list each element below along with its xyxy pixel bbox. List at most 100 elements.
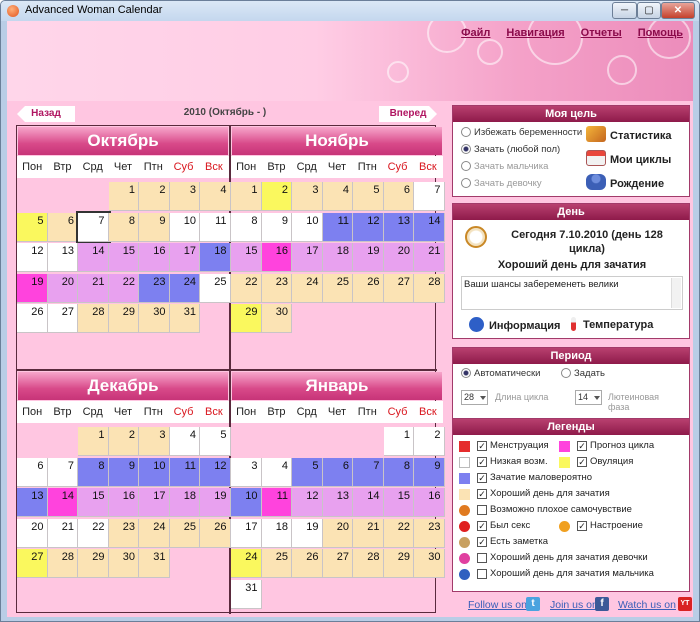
day-cell[interactable]: 8	[78, 457, 109, 487]
day-description[interactable]: Ваши шансы забеременеть велики	[461, 276, 683, 310]
day-cell[interactable]: 27	[17, 549, 48, 578]
day-cell[interactable]: 25	[169, 518, 200, 548]
day-cell[interactable]: 16	[261, 243, 292, 272]
day-cell[interactable]: 19	[17, 273, 48, 303]
day-cell[interactable]: 23	[139, 273, 170, 303]
day-cell[interactable]: 6	[47, 212, 78, 242]
day-cell[interactable]: 20	[383, 243, 414, 272]
day-cell[interactable]: 15	[383, 488, 414, 517]
statistics-button[interactable]: Статистика	[586, 126, 672, 142]
day-cell[interactable]: 8	[383, 457, 414, 487]
day-cell[interactable]: 18	[200, 243, 231, 272]
day-cell[interactable]: 21	[353, 518, 384, 548]
day-cell[interactable]: 17	[231, 518, 262, 548]
day-cell[interactable]: 16	[139, 243, 170, 272]
day-cell[interactable]: 10	[139, 457, 170, 487]
goal-conceive-radio[interactable]: Зачать (любой пол)	[461, 144, 560, 155]
day-cell[interactable]: 22	[108, 273, 139, 303]
day-cell[interactable]: 10	[292, 212, 323, 242]
day-cell[interactable]: 24	[169, 273, 200, 303]
day-cell[interactable]: 21	[78, 273, 109, 303]
day-cell[interactable]: 28	[47, 549, 78, 578]
legend-checkbox[interactable]: ✓	[577, 441, 587, 451]
day-cell[interactable]: 30	[139, 304, 170, 333]
day-cell[interactable]: 7	[353, 457, 384, 487]
period-set-radio[interactable]: Задать	[561, 368, 605, 379]
day-cell[interactable]: 3	[169, 182, 200, 211]
info-button[interactable]: Информация	[469, 317, 560, 332]
day-cell[interactable]: 2	[108, 427, 139, 456]
day-cell[interactable]: 17	[292, 243, 323, 272]
day-cell[interactable]: 15	[108, 243, 139, 272]
day-cell[interactable]: 4	[261, 457, 292, 487]
day-cell[interactable]: 3	[231, 457, 262, 487]
day-cell[interactable]: 29	[78, 549, 109, 578]
day-cell[interactable]: 11	[169, 457, 200, 487]
day-cell[interactable]: 26	[200, 518, 231, 548]
day-cell[interactable]: 28	[353, 549, 384, 578]
goal-girl-radio[interactable]: Зачать девочку	[461, 178, 542, 189]
day-cell[interactable]: 22	[383, 518, 414, 548]
day-cell[interactable]: 23	[414, 518, 445, 548]
day-cell[interactable]: 26	[292, 549, 323, 578]
watch-us-link[interactable]: Watch us on	[618, 599, 676, 611]
day-cell[interactable]: 10	[169, 212, 200, 242]
day-cell[interactable]: 30	[261, 304, 292, 333]
birth-button[interactable]: Рождение	[586, 174, 664, 190]
day-cell[interactable]: 6	[17, 457, 48, 487]
day-cell[interactable]: 2	[139, 182, 170, 211]
day-cell[interactable]: 13	[47, 243, 78, 272]
day-cell[interactable]: 19	[353, 243, 384, 272]
period-auto-radio[interactable]: Автоматически	[461, 368, 540, 379]
day-cell[interactable]: 31	[169, 304, 200, 333]
day-cell[interactable]: 27	[322, 549, 353, 578]
day-cell[interactable]: 12	[17, 243, 48, 272]
legend-checkbox[interactable]: ✓	[577, 457, 587, 467]
day-cell[interactable]: 16	[414, 488, 445, 517]
day-cell[interactable]: 23	[108, 518, 139, 548]
day-cell[interactable]: 25	[322, 273, 353, 303]
day-cell[interactable]: 20	[17, 518, 48, 548]
day-cell[interactable]: 1	[231, 182, 262, 211]
legend-checkbox[interactable]	[477, 569, 487, 579]
legend-checkbox[interactable]: ✓	[477, 537, 487, 547]
day-cell[interactable]: 4	[322, 182, 353, 211]
day-cell[interactable]: 8	[231, 212, 262, 242]
day-cell[interactable]: 5	[353, 182, 384, 211]
next-button[interactable]: Вперед	[379, 106, 437, 122]
legend-checkbox[interactable]	[477, 505, 487, 515]
day-cell[interactable]: 4	[200, 182, 231, 211]
day-cell[interactable]: 31	[231, 579, 262, 609]
day-cell[interactable]: 9	[139, 212, 170, 242]
day-cell[interactable]: 24	[231, 549, 262, 578]
day-cell[interactable]: 29	[383, 549, 414, 578]
goal-boy-radio[interactable]: Зачать мальчика	[461, 161, 548, 172]
day-cell[interactable]: 25	[200, 273, 231, 303]
day-cell[interactable]: 9	[261, 212, 292, 242]
follow-us-link[interactable]: Follow us on	[468, 599, 527, 611]
day-cell[interactable]: 27	[383, 273, 414, 303]
day-cell[interactable]: 6	[383, 182, 414, 211]
day-cell[interactable]: 1	[108, 182, 139, 211]
cycle-length-select[interactable]: 28	[461, 390, 488, 405]
day-cell[interactable]: 19	[200, 488, 231, 517]
day-cell[interactable]: 24	[292, 273, 323, 303]
legend-checkbox[interactable]: ✓	[477, 489, 487, 499]
day-cell[interactable]: 24	[139, 518, 170, 548]
legend-checkbox[interactable]: ✓	[477, 473, 487, 483]
day-cell[interactable]: 3	[292, 182, 323, 211]
minimize-button[interactable]: ─	[612, 2, 637, 19]
day-cell[interactable]: 30	[108, 549, 139, 578]
day-cell[interactable]: 29	[108, 304, 139, 333]
day-cell[interactable]: 14	[47, 488, 78, 517]
legend-checkbox[interactable]: ✓	[477, 521, 487, 531]
twitter-icon[interactable]: t	[526, 597, 540, 611]
day-cell[interactable]: 29	[231, 304, 262, 333]
day-cell[interactable]: 12	[353, 212, 384, 242]
goal-avoid-radio[interactable]: Избежать беременности	[461, 127, 582, 138]
day-cell[interactable]: 17	[139, 488, 170, 517]
day-cell[interactable]: 19	[292, 518, 323, 548]
day-cell[interactable]: 18	[261, 518, 292, 548]
day-cell[interactable]: 13	[383, 212, 414, 242]
day-cell[interactable]: 30	[414, 549, 445, 578]
